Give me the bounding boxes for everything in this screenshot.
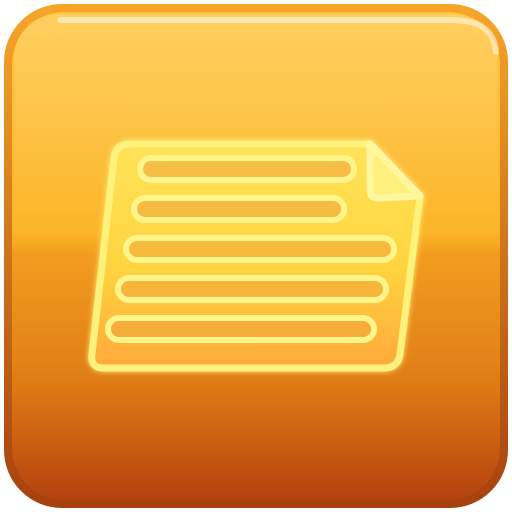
document-icon (4, 4, 508, 508)
app-icon-tile[interactable] (0, 0, 512, 512)
